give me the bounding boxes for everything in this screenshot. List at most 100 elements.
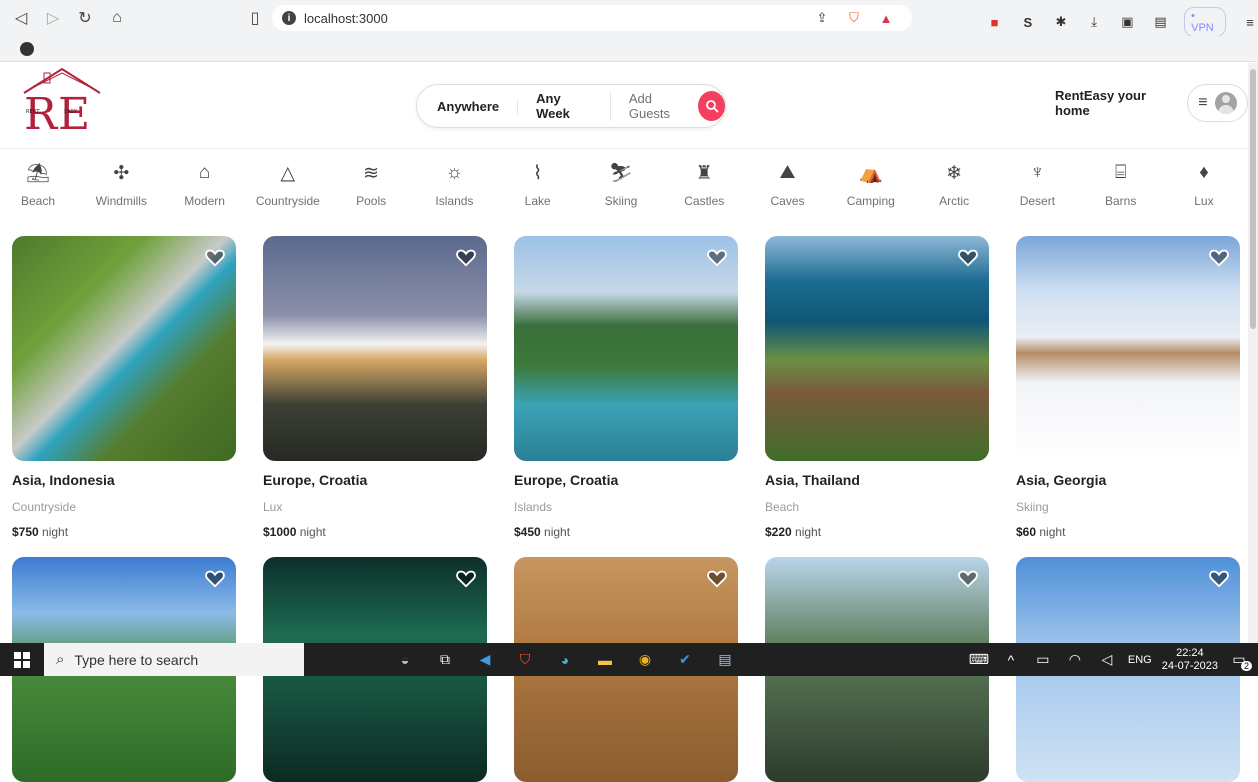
listing-photo[interactable] bbox=[12, 236, 236, 461]
user-menu-button[interactable]: ≡ bbox=[1187, 84, 1248, 122]
category-beach[interactable]: ⛱ Beach bbox=[8, 160, 68, 226]
category-islands[interactable]: ☼ Islands bbox=[424, 160, 484, 226]
heart-icon[interactable] bbox=[1208, 567, 1230, 589]
brave-shield-icon[interactable]: ⛉ bbox=[844, 8, 864, 28]
scrollbar-thumb[interactable] bbox=[1250, 69, 1256, 329]
rent-easy-logo[interactable]: R E RENT EASY bbox=[22, 67, 102, 139]
listing-price: $60 night bbox=[1016, 525, 1066, 539]
search-bar[interactable]: Anywhere Any Week Add Guests bbox=[416, 84, 726, 128]
listing-card[interactable]: Europe, Croatia Lux $1000 night bbox=[263, 236, 487, 539]
search-when[interactable]: Any Week bbox=[536, 91, 611, 121]
chrome-icon[interactable]: ◉ bbox=[634, 649, 656, 671]
header-actions: RentEasy your home ≡ bbox=[1055, 84, 1248, 122]
heart-icon[interactable] bbox=[1208, 246, 1230, 268]
heart-icon[interactable] bbox=[455, 567, 477, 589]
sidebar-icon[interactable]: ▣ bbox=[1118, 12, 1137, 32]
avatar bbox=[1215, 92, 1238, 114]
category-windmills[interactable]: ✣ Windmills bbox=[91, 160, 151, 226]
heart-icon[interactable] bbox=[957, 246, 979, 268]
heart-icon[interactable] bbox=[204, 567, 226, 589]
todo-icon[interactable]: ✔ bbox=[674, 649, 696, 671]
category-lux[interactable]: ♦ Lux bbox=[1174, 160, 1234, 226]
listing-photo[interactable] bbox=[514, 236, 738, 461]
wifi-icon[interactable]: ◠ bbox=[1064, 649, 1086, 671]
listing-photo[interactable] bbox=[263, 236, 487, 461]
clock[interactable]: 22:24 24-07-2023 bbox=[1162, 647, 1218, 673]
category-countryside[interactable]: △ Countryside bbox=[256, 160, 320, 226]
extensions-bar: ■ S ✱ ⤓ ▣ ▤ • VPN ≡ bbox=[985, 7, 1258, 37]
heart-icon[interactable] bbox=[204, 246, 226, 268]
wallet-icon[interactable]: ▤ bbox=[1151, 12, 1170, 32]
category-desert[interactable]: ♆ Desert bbox=[1007, 160, 1067, 226]
youtube-extension-icon[interactable]: ■ bbox=[985, 12, 1004, 32]
listing-category: Lux bbox=[263, 500, 283, 514]
category-modern[interactable]: ⌂ Modern bbox=[175, 160, 235, 226]
brave-icon[interactable]: ⛉ bbox=[514, 649, 536, 671]
taskbar-apps: ◒ ⧉ ◀ ⛉ ◕ ▬ ◉ ✔ ▤ bbox=[394, 649, 736, 671]
camping-icon: ⛺ bbox=[858, 163, 883, 184]
category-castles[interactable]: ♜ Castles bbox=[674, 160, 734, 226]
edge-icon[interactable]: ◕ bbox=[554, 649, 576, 671]
heart-icon[interactable] bbox=[957, 567, 979, 589]
heart-icon[interactable] bbox=[706, 246, 728, 268]
notepad-icon[interactable]: ▤ bbox=[714, 649, 736, 671]
taskbar-search-placeholder: Type here to search bbox=[74, 651, 199, 668]
task-view-icon[interactable]: ⧉ bbox=[434, 649, 456, 671]
heart-icon[interactable] bbox=[706, 567, 728, 589]
search-button[interactable] bbox=[698, 91, 725, 121]
category-caves[interactable]: ⛰ Caves bbox=[758, 160, 818, 226]
vpn-button[interactable]: • VPN bbox=[1184, 7, 1227, 37]
chevron-up-icon[interactable]: ^ bbox=[1000, 649, 1022, 671]
notification-icon[interactable]: ▭ 2 bbox=[1228, 649, 1252, 671]
listing-category: Countryside bbox=[12, 500, 77, 514]
keyboard-icon[interactable]: ⌨ bbox=[968, 649, 990, 671]
listing-card[interactable]: Asia, Georgia Skiing $60 night bbox=[1016, 236, 1240, 539]
download-icon[interactable]: ⤓ bbox=[1085, 12, 1104, 32]
start-button[interactable] bbox=[0, 643, 44, 676]
site-info-icon[interactable]: i bbox=[282, 11, 296, 25]
listing-photo[interactable] bbox=[765, 236, 989, 461]
s-extension-icon[interactable]: S bbox=[1018, 12, 1037, 32]
cave-icon: ⛰ bbox=[779, 162, 796, 183]
host-link[interactable]: RentEasy your home bbox=[1055, 88, 1175, 118]
category-barns[interactable]: ⌸ Barns bbox=[1091, 160, 1151, 226]
share-icon[interactable]: ⇪ bbox=[812, 8, 832, 28]
search-guests[interactable]: Add Guests bbox=[629, 91, 690, 121]
back-icon[interactable]: ◁ bbox=[10, 7, 32, 29]
search-where[interactable]: Anywhere bbox=[437, 98, 519, 114]
file-explorer-icon[interactable]: ▬ bbox=[594, 649, 616, 671]
category-skiing[interactable]: ⛷ Skiing bbox=[591, 160, 651, 226]
vscode-icon[interactable]: ◀ bbox=[474, 649, 496, 671]
listing-card[interactable]: Europe, Croatia Islands $450 night bbox=[514, 236, 738, 539]
listing-photo[interactable] bbox=[1016, 236, 1240, 461]
brave-rewards-icon[interactable]: ▲ bbox=[876, 8, 896, 28]
page-scrollbar[interactable] bbox=[1248, 63, 1258, 643]
globe-icon[interactable] bbox=[20, 41, 34, 56]
stones-widget-icon[interactable]: ◒ bbox=[394, 649, 416, 671]
bookmark-icon[interactable]: ▯ bbox=[244, 7, 266, 29]
category-arctic[interactable]: ❄ Arctic bbox=[924, 160, 984, 226]
browser-menu-icon[interactable]: ≡ bbox=[1240, 12, 1258, 32]
listing-card[interactable]: Asia, Indonesia Countryside $750 night bbox=[12, 236, 236, 539]
language-indicator[interactable]: ENG bbox=[1128, 654, 1152, 666]
battery-icon[interactable]: ▭ bbox=[1032, 649, 1054, 671]
snowflake-icon: ❄ bbox=[946, 162, 963, 184]
taskbar-search[interactable]: ⌕ Type here to search bbox=[44, 643, 304, 676]
listing-price: $220 night bbox=[765, 525, 822, 539]
category-pools[interactable]: ≋ Pools bbox=[341, 160, 401, 226]
system-tray: ⌨ ^ ▭ ◠ ◁ ENG 22:24 24-07-2023 ▭ 2 bbox=[968, 643, 1252, 676]
reload-icon[interactable]: ↻ bbox=[74, 7, 96, 29]
home-icon[interactable]: ⌂ bbox=[106, 7, 128, 29]
listing-card[interactable]: Asia, Thailand Beach $220 night bbox=[765, 236, 989, 539]
island-icon: ☼ bbox=[445, 162, 464, 183]
extensions-puzzle-icon[interactable]: ✱ bbox=[1051, 12, 1070, 32]
category-camping[interactable]: ⛺ Camping bbox=[841, 160, 901, 226]
listing-category: Skiing bbox=[1016, 500, 1049, 514]
cactus-icon: ♆ bbox=[1030, 162, 1045, 183]
heart-icon[interactable] bbox=[455, 246, 477, 268]
forward-icon[interactable]: ▷ bbox=[42, 7, 64, 29]
listings-grid: Asia, Indonesia Countryside $750 night E… bbox=[12, 236, 1240, 782]
volume-icon[interactable]: ◁ bbox=[1096, 649, 1118, 671]
category-lake[interactable]: ⌇ Lake bbox=[508, 160, 568, 226]
windows-icon bbox=[14, 651, 30, 668]
